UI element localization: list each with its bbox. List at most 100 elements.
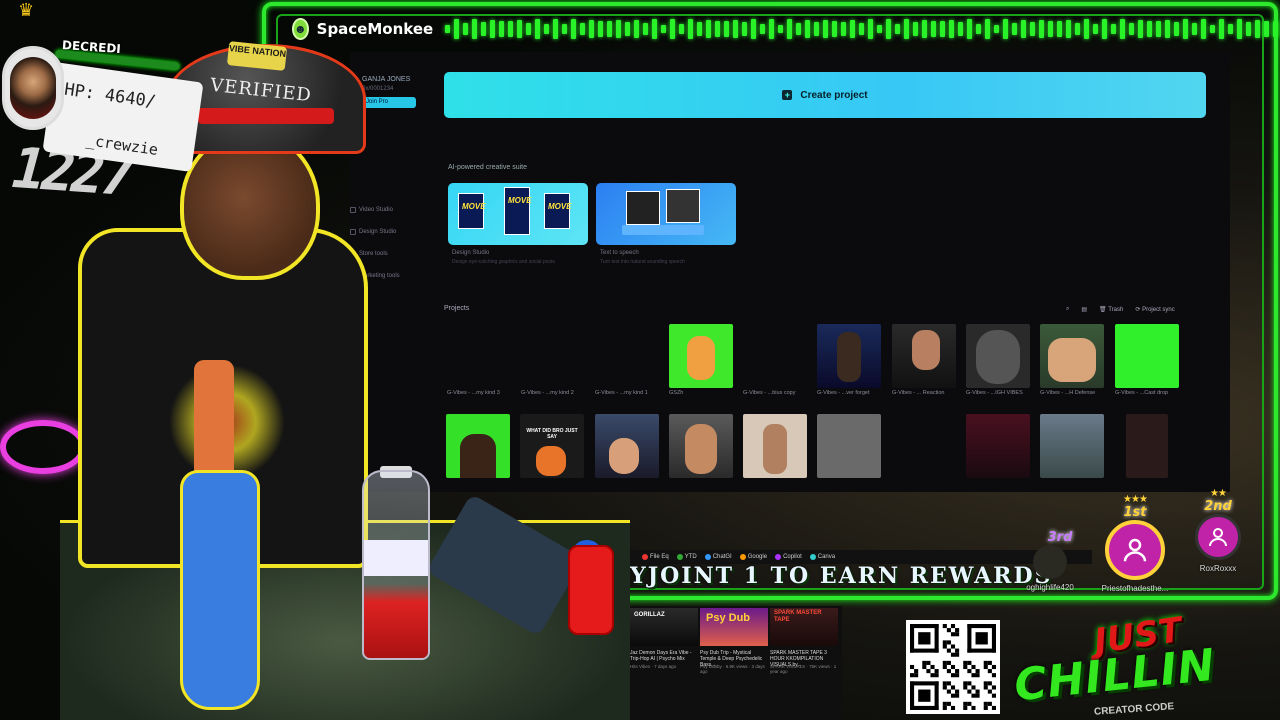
view-toggle-icon[interactable]: ▤ [1081, 306, 1087, 313]
eq-bar [616, 20, 622, 38]
project-thumb[interactable] [1040, 324, 1104, 388]
taskbar-tab[interactable]: ChatGI [704, 554, 732, 560]
person-figure [763, 424, 787, 474]
eq-bar [1129, 22, 1135, 36]
project-thumb[interactable] [892, 324, 956, 388]
project-label[interactable]: G-Vibes - ...IGH VIBES [966, 390, 1034, 396]
eq-bar [841, 21, 847, 37]
eq-bar [670, 19, 676, 39]
person-figure [1048, 338, 1096, 382]
project-thumb[interactable] [817, 324, 881, 388]
thumb-text: Psy Dub [706, 612, 751, 624]
taskbar-tab[interactable]: Canva [809, 554, 835, 560]
project-thumb-gszh[interactable] [669, 324, 733, 388]
eq-bar [454, 19, 460, 39]
eq-bar [679, 23, 685, 35]
bong-neck [194, 360, 234, 480]
eq-bar [472, 19, 478, 39]
tab-label: File Eq [650, 554, 669, 560]
video-thumb[interactable]: Psy Dub [700, 608, 768, 646]
eq-bar [1030, 21, 1036, 37]
eq-bar [445, 25, 451, 33]
video-thumb[interactable]: SPARK MASTER TAPE [770, 608, 838, 646]
eq-bar [904, 19, 910, 39]
project-label[interactable]: GSZh [669, 390, 737, 396]
thumb-text: SPARK MASTER TAPE [774, 610, 822, 623]
project-thumb[interactable] [817, 414, 881, 478]
stream-overlay: ☻ SpaceMonkee GANJA JONES 0x/0001234 Joi… [0, 0, 1280, 720]
create-project-label: Create project [800, 89, 868, 101]
video-thumb[interactable]: GORILLAZ [630, 608, 698, 646]
eq-bar [1228, 23, 1234, 35]
project-thumb[interactable] [966, 324, 1030, 388]
taskbar-tab[interactable]: Copilot [775, 554, 802, 560]
video-meta: Psy Dubby · 5.9K views · 3 days ago [700, 664, 765, 674]
project-thumb[interactable] [1040, 414, 1104, 478]
tab-label: ChatGI [712, 554, 732, 560]
project-label[interactable]: G-Vibes - ...ver forget [817, 390, 885, 396]
eq-bar [832, 20, 838, 38]
eq-bar [1102, 19, 1108, 39]
eq-bar [922, 19, 928, 39]
project-thumb[interactable] [1115, 324, 1179, 388]
project-sync-button[interactable]: ⟳ Project sync [1135, 306, 1174, 313]
red-bottle [568, 545, 614, 635]
eq-bar [625, 21, 631, 37]
stars-icon: ★★★ [1123, 494, 1148, 505]
eq-bar [760, 23, 766, 35]
project-thumb[interactable] [966, 414, 1030, 478]
project-thumb[interactable] [743, 414, 807, 478]
leaderboard-name: Priestofhadesthe... [1101, 584, 1169, 593]
rewards-ticker: YJOINT 1 TO EARN REWARDS [630, 563, 1053, 589]
person-figure [685, 424, 717, 474]
video-title[interactable]: Jaz Demon Days Era Vibe - Trip-Hop AI | … [630, 650, 698, 662]
eq-bar [1039, 20, 1045, 38]
eq-bar [724, 21, 730, 37]
cat-figure [687, 336, 715, 380]
preview-thumb [626, 191, 660, 225]
eq-bar [589, 19, 595, 39]
eq-bar [1138, 19, 1144, 39]
video-meta: SPARK VISUALS · 75K views · 1 year ago [770, 664, 837, 674]
tab-favicon-icon [642, 554, 648, 560]
tab-favicon-icon [775, 554, 782, 560]
project-label[interactable]: G-Vibes - ...H Defense [1040, 390, 1108, 396]
eq-bar [661, 24, 667, 34]
leaderboard-first: ★★★ 1st Priestofhadesthe... [1100, 494, 1170, 593]
qr-code[interactable] [906, 620, 1000, 714]
eq-bar [949, 20, 955, 38]
qr-code-icon [910, 624, 996, 710]
project-label[interactable]: G-Vibes - ... Reaction [892, 390, 960, 396]
trash-button[interactable]: 🗑 Trash [1099, 306, 1123, 313]
eq-bar [976, 23, 982, 35]
eq-bar [544, 24, 550, 34]
eq-bar [1273, 21, 1279, 37]
eq-bar [715, 20, 721, 38]
user-icon [1209, 528, 1227, 547]
eq-bar [1255, 20, 1261, 38]
eq-bar [688, 19, 694, 39]
eq-bar [913, 22, 919, 36]
search-icon[interactable]: ⌕ [1066, 306, 1069, 313]
eq-bar [1219, 19, 1225, 39]
eq-bar [607, 20, 613, 38]
taskbar-tab[interactable]: Google [739, 554, 768, 560]
eq-bar [1156, 20, 1162, 38]
leaderboard-third: 3rd oghighlife420 [1010, 530, 1090, 592]
eq-bar [1237, 19, 1243, 39]
leaderboard-name: RoxRoxxx [1199, 564, 1237, 573]
project-label[interactable]: G-Vibes - ...Cast drop [1115, 390, 1183, 396]
eq-bar [508, 21, 514, 37]
eq-bar [751, 19, 757, 39]
video-meta: Hits Vibes · 7 days ago [630, 664, 677, 669]
taskbar-tab[interactable]: File Eq [642, 554, 669, 560]
project-label[interactable]: G-Vibes - ...bius copy [743, 390, 811, 396]
bong-body [180, 470, 260, 710]
project-thumb[interactable] [1126, 414, 1168, 478]
leaderboard-second: ★★ 2nd RoxRoxxx [1190, 488, 1246, 573]
project-thumb[interactable] [669, 414, 733, 478]
taskbar-tab[interactable]: YTD [676, 554, 697, 560]
eq-bar [1111, 24, 1117, 34]
eq-bar [1183, 19, 1189, 39]
tab-label: Google [747, 554, 768, 560]
